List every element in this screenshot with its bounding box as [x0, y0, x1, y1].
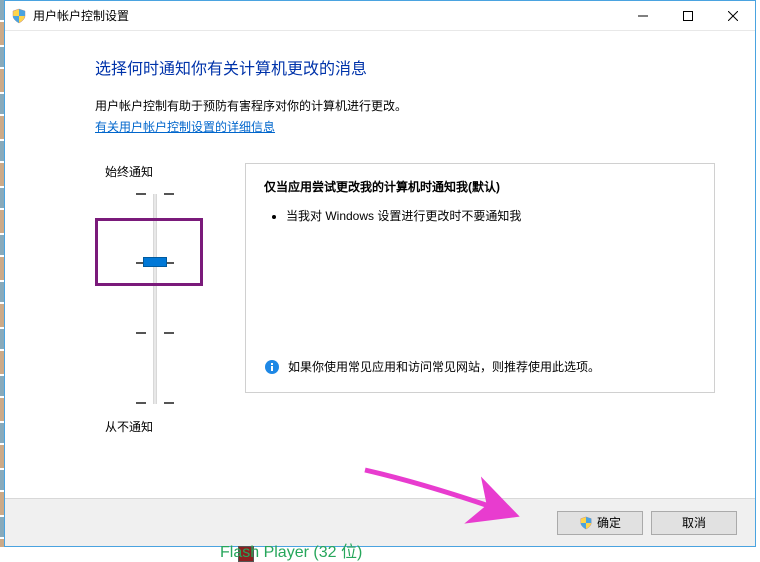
info-icon	[264, 359, 280, 375]
uac-window: 用户帐户控制设置 选择何时通知你有关计算机更改的消息 用户帐户控制有助于预防有害…	[4, 0, 756, 547]
maximize-button[interactable]	[665, 1, 710, 30]
cancel-button[interactable]: 取消	[651, 511, 737, 535]
panel-bullet-item: 当我对 Windows 设置进行更改时不要通知我	[286, 207, 696, 224]
detail-panel: 仅当应用尝试更改我的计算机时通知我(默认) 当我对 Windows 设置进行更改…	[245, 163, 715, 393]
ok-button-label: 确定	[597, 514, 621, 531]
close-icon	[728, 11, 738, 21]
slider-thumb[interactable]	[143, 257, 167, 267]
description-text: 用户帐户控制有助于预防有害程序对你的计算机进行更改。	[95, 97, 715, 114]
body-area: 始终通知 从不通知 仅当应用尝试更改我的计算机时通知我(默认) 当我对 Wind…	[95, 163, 715, 435]
close-button[interactable]	[710, 1, 755, 30]
minimize-icon	[638, 11, 648, 21]
titlebar: 用户帐户控制设置	[5, 1, 755, 31]
recommendation-row: 如果你使用常见应用和访问常见网站，则推荐使用此选项。	[264, 358, 696, 376]
uac-slider[interactable]	[115, 194, 195, 404]
content-area: 选择何时通知你有关计算机更改的消息 用户帐户控制有助于预防有害程序对你的计算机进…	[5, 31, 755, 435]
minimize-button[interactable]	[620, 1, 665, 30]
panel-title: 仅当应用尝试更改我的计算机时通知我(默认)	[264, 178, 696, 195]
window-controls	[620, 1, 755, 30]
help-link[interactable]: 有关用户帐户控制设置的详细信息	[95, 120, 275, 134]
shield-icon	[11, 8, 27, 24]
shield-icon	[579, 516, 593, 530]
background-app-text: Flash Player (32 位)	[220, 538, 362, 562]
page-heading: 选择何时通知你有关计算机更改的消息	[95, 55, 715, 79]
panel-bullets: 当我对 Windows 设置进行更改时不要通知我	[264, 207, 696, 230]
slider-top-label: 始终通知	[105, 163, 153, 180]
slider-tick	[136, 332, 174, 334]
ok-button[interactable]: 确定	[557, 511, 643, 535]
cancel-button-label: 取消	[682, 514, 706, 531]
slider-track	[153, 194, 157, 404]
recommendation-text: 如果你使用常见应用和访问常见网站，则推荐使用此选项。	[288, 358, 600, 376]
slider-bottom-label: 从不通知	[105, 418, 153, 435]
slider-column: 始终通知 从不通知	[95, 163, 215, 435]
slider-tick	[136, 193, 174, 195]
footer-bar: 确定 取消	[5, 498, 755, 546]
slider-tick	[136, 402, 174, 404]
window-title: 用户帐户控制设置	[33, 7, 620, 24]
maximize-icon	[683, 11, 693, 21]
